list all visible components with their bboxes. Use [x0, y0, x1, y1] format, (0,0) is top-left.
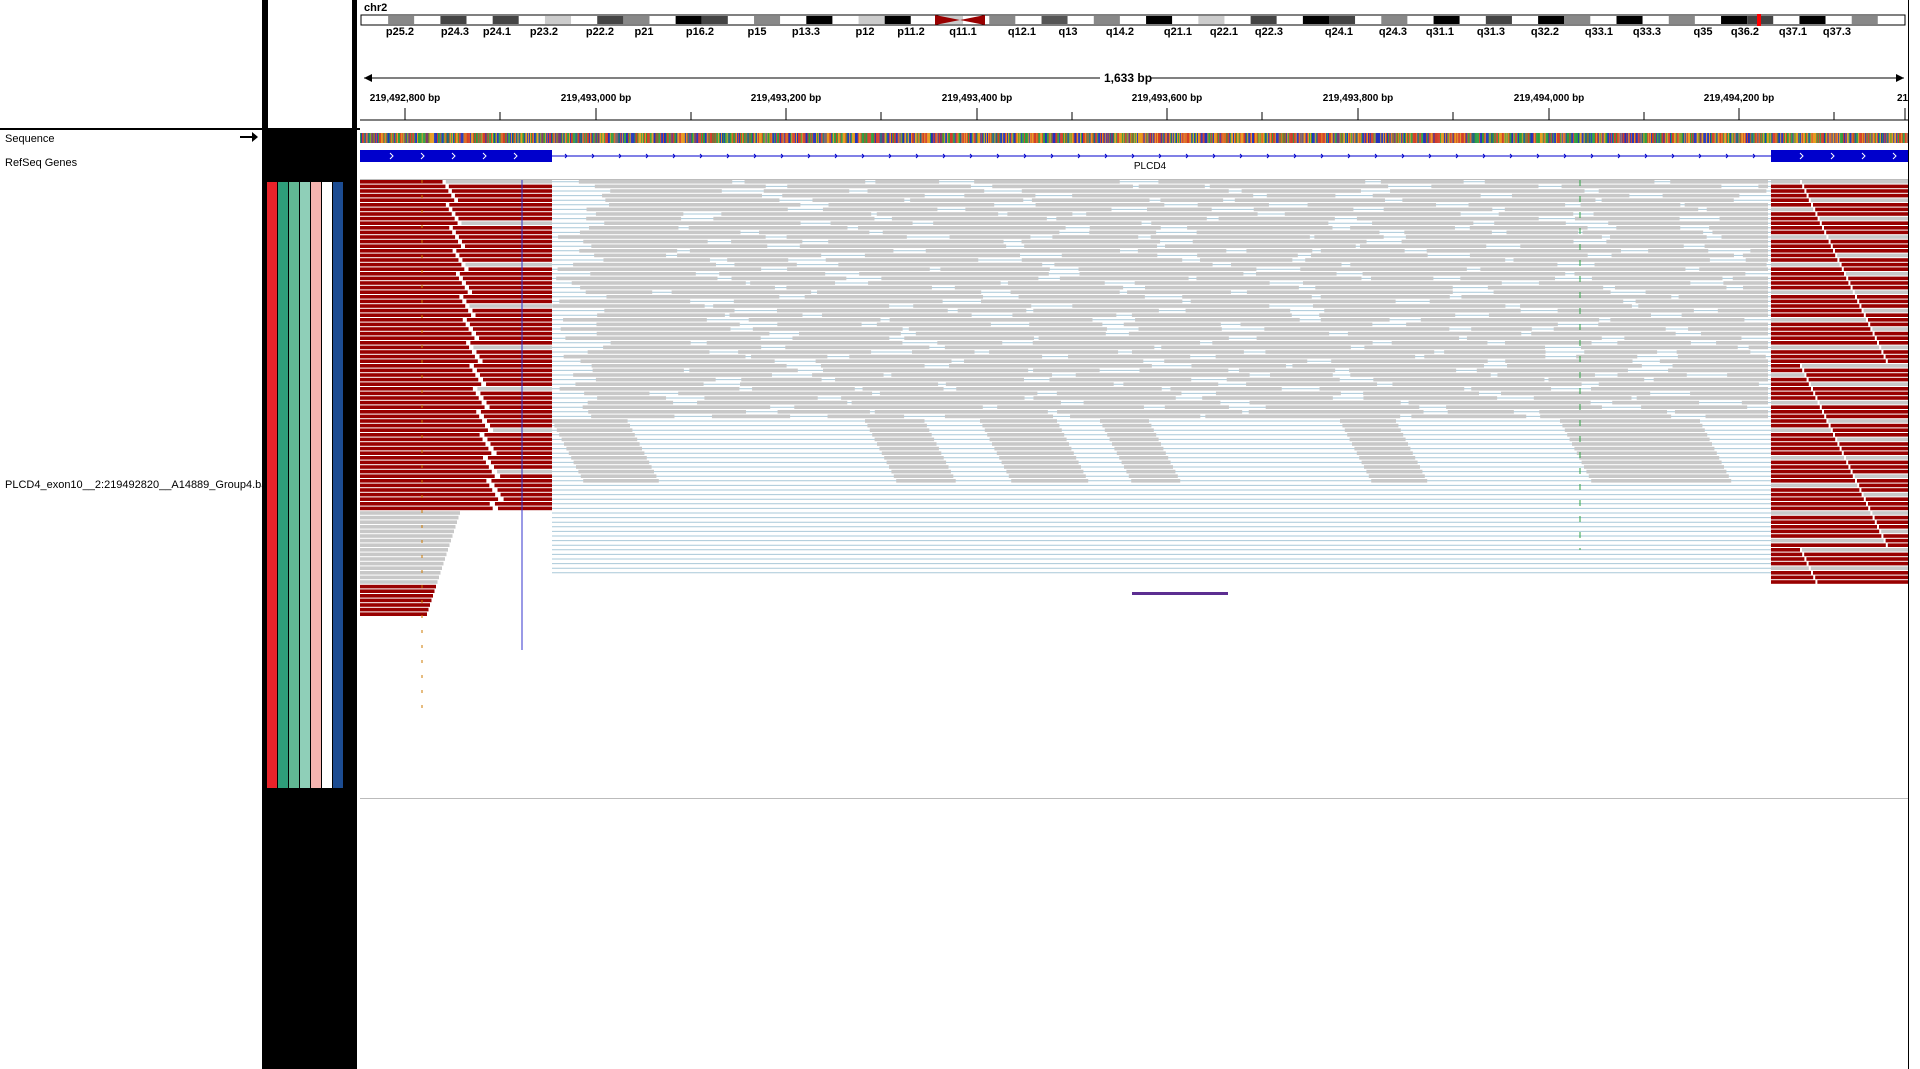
attribute-cell: [322, 182, 332, 788]
cytoband-label: q37.1: [1778, 26, 1808, 38]
ruler-tick-label: 219,493,000 bp: [560, 93, 632, 104]
cytoband-labels: p25.2 p24.3 p24.1 p23.2 p22.2 p21 p16.2 p15 p13.…: [360, 26, 1908, 40]
chromosome-name: chr2: [364, 2, 388, 14]
cytoband-label: q35: [1693, 26, 1713, 38]
panel-divider: [262, 0, 264, 1069]
ruler-tick-label: 219,492,800 bp: [369, 93, 441, 104]
cytoband-label: q31.3: [1476, 26, 1506, 38]
cytoband-label: p12: [855, 26, 875, 38]
cytoband-label: p25.2: [385, 26, 415, 38]
ruler-tick-label: 219,493,400 bp: [941, 93, 1013, 104]
ruler-tick-label: 219,493,200 bp: [750, 93, 822, 104]
cytoband-label: p24.3: [440, 26, 470, 38]
attribute-panel: [262, 0, 357, 1069]
attribute-header: [268, 0, 352, 128]
cytoband-label: q33.1: [1584, 26, 1614, 38]
sequence-track[interactable]: [360, 133, 1908, 143]
sequence-track-label[interactable]: Sequence: [5, 133, 55, 145]
cytoband-label: p21: [634, 26, 654, 38]
scrollbar[interactable]: [1908, 0, 1920, 1069]
cytoband-label: p23.2: [529, 26, 559, 38]
name-panel: Sequence RefSeq Genes PLCD4_exon10__2:21…: [0, 0, 267, 1069]
alignment-track-label[interactable]: PLCD4_exon10__2:219492820__A14889_Group4…: [5, 479, 267, 491]
cytoband-label: p15: [747, 26, 767, 38]
ruler-tick-label: 219,493,600 bp: [1131, 93, 1203, 104]
cytoband-label: p11.2: [897, 26, 925, 38]
attribute-cell: [267, 182, 277, 788]
cytoband-label: q24.3: [1378, 26, 1408, 38]
cytoband-label: p22.2: [585, 26, 615, 38]
gene-name-label: PLCD4: [1133, 161, 1167, 172]
cytoband-label: q21.1: [1163, 26, 1193, 38]
attribute-cell: [333, 182, 343, 788]
data-panel: chr2 p25.2 p24.3 p24.1 p23.2 p22.2 p21 p16.2 p1…: [360, 0, 1908, 1069]
attribute-cell: [311, 182, 321, 788]
cytoband-label: q22.1: [1209, 26, 1239, 38]
attribute-cell: [278, 182, 288, 788]
cytoband-label: q33.3: [1632, 26, 1662, 38]
cytoband-label: q24.1: [1324, 26, 1354, 38]
cytoband-label: q14.2: [1105, 26, 1135, 38]
cytoband-label: q22.3: [1254, 26, 1284, 38]
ruler-ticks: [360, 108, 1908, 121]
refseq-genes-track-label[interactable]: RefSeq Genes: [5, 157, 77, 169]
cytoband-label: p24.1: [482, 26, 512, 38]
cytoband-label: p13.3: [791, 26, 821, 38]
chromosome-ideogram[interactable]: [360, 14, 1908, 26]
cytoband-label: q11.1: [949, 26, 977, 38]
span-length: 1,633 bp: [1104, 71, 1153, 85]
cytoband-label: p16.2: [685, 26, 715, 38]
header-divider: [0, 128, 360, 130]
cytoband-label: q32.2: [1530, 26, 1560, 38]
ruler-tick-label: 219,494,000 bp: [1513, 93, 1585, 104]
strand-arrow-icon[interactable]: [240, 131, 258, 143]
cytoband-label: q13: [1058, 26, 1078, 38]
cytoband-label: q37.3: [1822, 26, 1852, 38]
ruler-tick-label: 219,494,200 bp: [1703, 93, 1775, 104]
ruler-tick-label: 219,493,800 bp: [1322, 93, 1394, 104]
ruler-labels: 219,492,800 bp 219,493,000 bp 219,493,200 …: [360, 93, 1908, 105]
attribute-columns[interactable]: [262, 0, 357, 1069]
attribute-cell: [300, 182, 310, 788]
track-separator-bottom: [360, 798, 1908, 799]
cytoband-label: q31.1: [1425, 26, 1455, 38]
ruler-tick-label: 219,4: [1897, 93, 1908, 104]
cytoband-label: q12.1: [1007, 26, 1037, 38]
alignment-track[interactable]: [360, 180, 1908, 800]
attribute-cell: [289, 182, 299, 788]
cytoband-label: q36.2: [1730, 26, 1760, 38]
